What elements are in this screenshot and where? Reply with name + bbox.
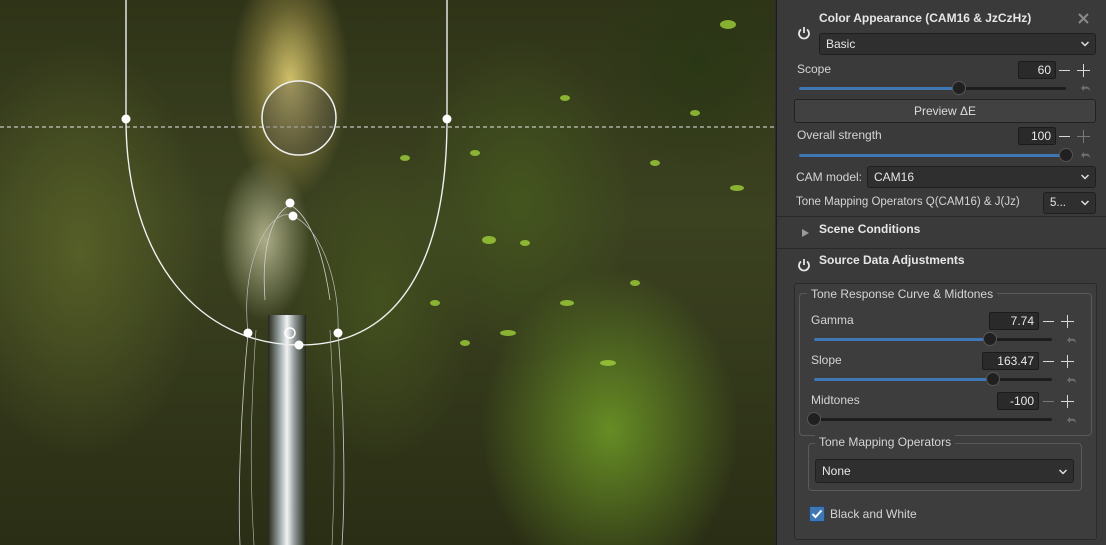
chevron-down-icon bbox=[1081, 200, 1089, 206]
decrement-icon[interactable] bbox=[1043, 361, 1054, 362]
transition-curve bbox=[250, 329, 257, 545]
mask-overlay[interactable] bbox=[0, 0, 775, 545]
decrement-icon[interactable] bbox=[1059, 70, 1070, 71]
control-point[interactable] bbox=[294, 340, 304, 350]
reset-icon[interactable] bbox=[1067, 376, 1077, 384]
gamma-input[interactable]: 7.74 bbox=[989, 312, 1039, 330]
chevron-down-icon bbox=[1081, 41, 1089, 47]
slope-label: Slope bbox=[811, 353, 842, 367]
midtones-slider[interactable] bbox=[807, 412, 1052, 426]
checkmark-icon bbox=[811, 509, 823, 519]
spot-ellipse-outline[interactable] bbox=[125, 0, 448, 346]
gamma-slider-fill bbox=[814, 338, 991, 341]
transition-curve bbox=[337, 332, 345, 545]
power-icon[interactable] bbox=[797, 26, 811, 40]
gamma-slider[interactable] bbox=[814, 332, 1052, 346]
overall-strength-label: Overall strength bbox=[797, 128, 882, 142]
scene-conditions-label: Scene Conditions bbox=[819, 222, 921, 236]
source-data-header[interactable]: Source Data Adjustments bbox=[777, 248, 1106, 278]
slope-slider-handle[interactable] bbox=[985, 372, 1000, 386]
chevron-down-icon bbox=[1059, 469, 1067, 475]
cam-model-value: CAM16 bbox=[874, 170, 915, 184]
cam-model-label: CAM model: bbox=[796, 170, 863, 184]
decrement-icon[interactable] bbox=[1059, 136, 1070, 137]
reset-icon[interactable] bbox=[1081, 151, 1091, 159]
increment-icon bbox=[1083, 130, 1084, 143]
spot-center-circle[interactable] bbox=[261, 80, 337, 156]
increment-icon bbox=[1067, 395, 1068, 408]
transition-curve bbox=[246, 214, 339, 334]
scene-conditions-header[interactable]: Scene Conditions bbox=[777, 216, 1106, 244]
panel-title: Color Appearance (CAM16 & JzCzHz) bbox=[819, 11, 1032, 25]
tone-mapping-operators-value: 5... bbox=[1050, 197, 1066, 209]
tone-mapping-operators-label: Tone Mapping Operators Q(CAM16) & J(Jz) bbox=[796, 196, 1020, 208]
close-icon[interactable] bbox=[1078, 13, 1089, 24]
reset-icon[interactable] bbox=[1067, 336, 1077, 344]
chevron-down-icon bbox=[1081, 174, 1089, 180]
tone-mapping-operators-select[interactable]: 5... bbox=[1043, 192, 1096, 214]
overall-strength-input[interactable]: 100 bbox=[1018, 127, 1056, 145]
control-point[interactable] bbox=[333, 328, 343, 338]
midtones-input[interactable]: -100 bbox=[997, 392, 1039, 410]
scope-input[interactable]: 60 bbox=[1018, 61, 1056, 79]
slope-input[interactable]: 163.47 bbox=[982, 352, 1039, 370]
control-point[interactable] bbox=[288, 211, 298, 221]
tmo-select[interactable]: None bbox=[815, 459, 1074, 483]
expand-arrow-icon bbox=[802, 229, 809, 237]
gamma-label: Gamma bbox=[811, 313, 854, 327]
scope-label: Scope bbox=[797, 62, 832, 76]
image-preview[interactable] bbox=[0, 0, 775, 545]
transition-curve bbox=[263, 204, 331, 301]
decrement-icon[interactable] bbox=[1043, 321, 1054, 322]
increment-icon bbox=[1083, 64, 1084, 77]
decrement-icon[interactable] bbox=[1043, 401, 1054, 402]
slope-slider[interactable] bbox=[814, 372, 1052, 386]
control-point[interactable] bbox=[442, 114, 452, 124]
gamma-slider-handle[interactable] bbox=[983, 332, 998, 346]
black-white-checkbox[interactable] bbox=[809, 506, 825, 522]
spot-center-point[interactable] bbox=[284, 327, 296, 339]
transition-curve bbox=[238, 332, 249, 545]
increment-icon bbox=[1067, 315, 1068, 328]
midtones-label: Midtones bbox=[811, 393, 860, 407]
scope-slider[interactable] bbox=[799, 81, 1066, 95]
control-point[interactable] bbox=[243, 328, 253, 338]
control-point[interactable] bbox=[121, 114, 131, 124]
tool-panel: Color Appearance (CAM16 & JzCzHz) Basic … bbox=[776, 0, 1106, 545]
mode-select[interactable]: Basic bbox=[819, 33, 1096, 55]
slope-slider-fill bbox=[814, 378, 993, 381]
scope-slider-handle[interactable] bbox=[952, 81, 967, 95]
midtones-slider-handle[interactable] bbox=[807, 412, 821, 426]
scope-slider-fill bbox=[799, 87, 960, 90]
tmo-group-title: Tone Mapping Operators bbox=[815, 435, 956, 449]
reset-icon[interactable] bbox=[1081, 84, 1091, 92]
power-icon[interactable] bbox=[797, 258, 811, 272]
increment-icon bbox=[1067, 355, 1068, 368]
overall-strength-slider[interactable] bbox=[799, 148, 1073, 162]
trc-group-title: Tone Response Curve & Midtones bbox=[807, 287, 998, 301]
control-point[interactable] bbox=[285, 198, 295, 208]
reset-icon[interactable] bbox=[1067, 416, 1077, 424]
overall-strength-slider-handle[interactable] bbox=[1059, 148, 1073, 162]
black-white-label[interactable]: Black and White bbox=[830, 507, 917, 521]
overall-strength-slider-fill bbox=[799, 154, 1066, 157]
tmo-value: None bbox=[822, 464, 851, 478]
source-data-label: Source Data Adjustments bbox=[819, 253, 965, 267]
transition-curve bbox=[329, 329, 335, 545]
preview-delta-e-button[interactable]: Preview ΔE bbox=[794, 99, 1096, 123]
mode-value: Basic bbox=[826, 37, 856, 51]
cam-model-select[interactable]: CAM16 bbox=[867, 166, 1096, 188]
